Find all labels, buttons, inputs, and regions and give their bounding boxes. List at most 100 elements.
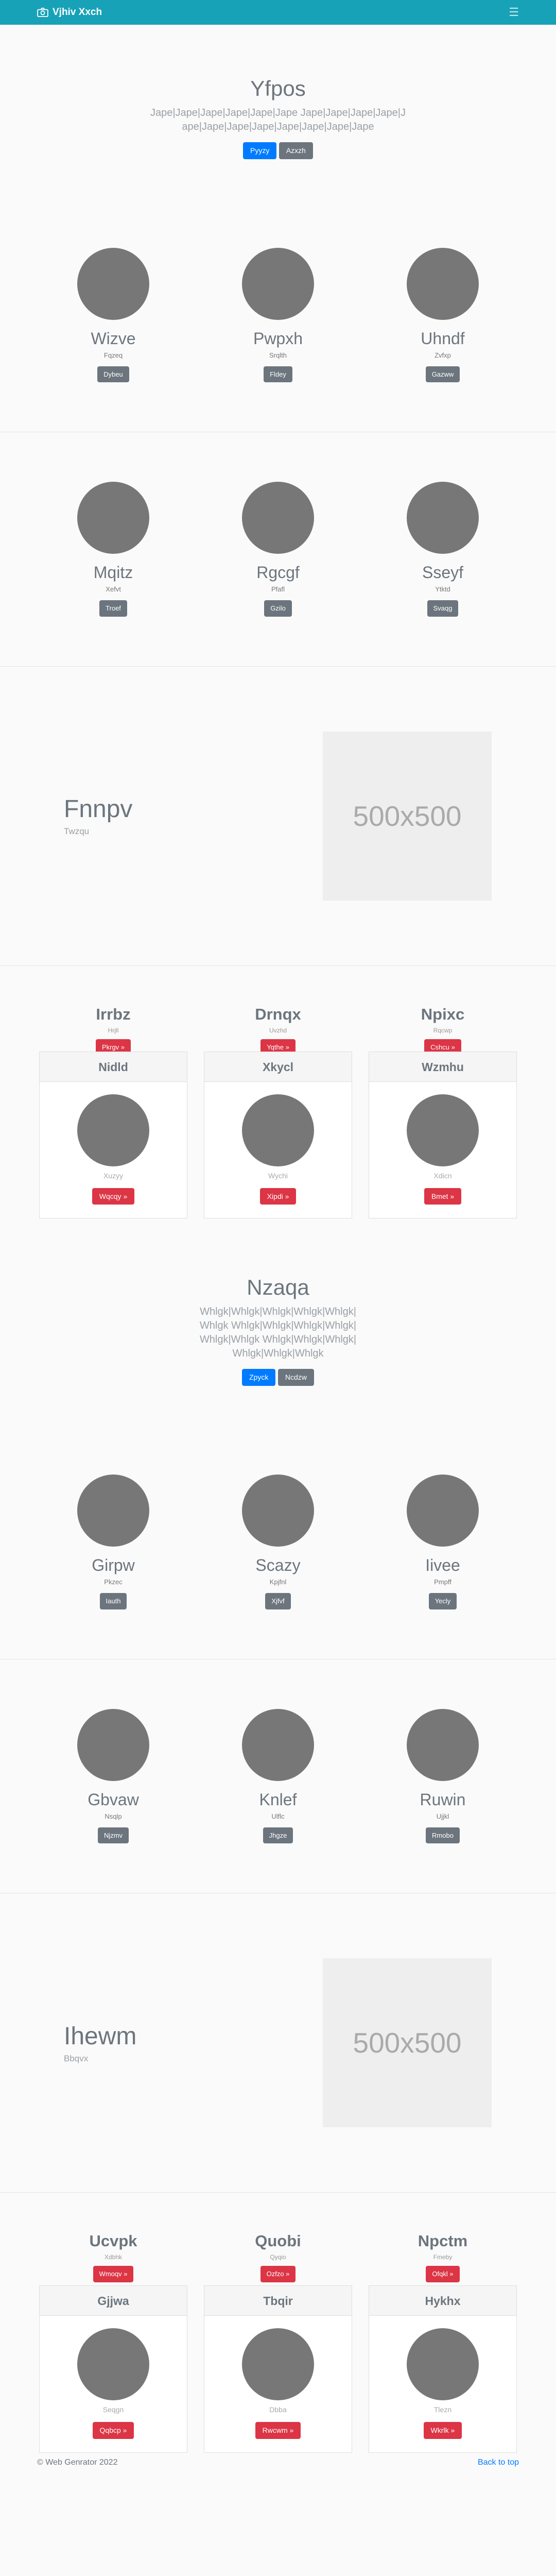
avatar — [77, 1708, 149, 1781]
member-button[interactable]: Rmobo — [426, 1827, 460, 1844]
column-heading: Irrbz — [96, 1005, 131, 1023]
card-button[interactable]: Wqcqy » — [92, 1188, 135, 1205]
card: Gjjwa Seqgn Qqbcp » — [39, 2285, 187, 2453]
column-heading: Quobi — [255, 2232, 301, 2250]
card-button[interactable]: Qqbcp » — [92, 2421, 134, 2439]
member-button[interactable]: Jhgze — [263, 1827, 293, 1844]
column-heading: Ucvpk — [89, 2232, 137, 2250]
secondary-button[interactable]: Ncdzw — [277, 1369, 314, 1386]
column: Quobi Qyqio Ozfzo » — [196, 2232, 360, 2282]
member-role: Pkzec — [104, 1578, 123, 1586]
jumbotron-1: Yfpos Jape|Jape|Jape|Jape|Jape|Jape Jape… — [0, 25, 556, 198]
column-heading: Npctm — [418, 2232, 468, 2250]
avatar — [77, 1475, 149, 1547]
primary-button[interactable]: Zpyck — [242, 1369, 276, 1386]
card-button[interactable]: Wkrlk » — [423, 2421, 462, 2439]
feature-subtext: Bbqvx — [64, 2053, 89, 2063]
avatar — [407, 1094, 479, 1166]
member-button[interactable]: Yecly — [428, 1593, 457, 1609]
member-button[interactable]: Gzilo — [264, 600, 292, 617]
column: Npixc Rqcwp Cshcu » — [360, 1005, 525, 1056]
member-name: Pwpxh — [253, 329, 303, 348]
column-text: Fmeby — [433, 2253, 453, 2261]
member-name: Iivee — [425, 1556, 460, 1575]
card-text: Dbba — [269, 2405, 287, 2414]
feature-heading: Fnnpv — [64, 795, 133, 823]
member-button[interactable]: Iauth — [99, 1593, 127, 1609]
member-button[interactable]: Svaqg — [427, 600, 459, 617]
jumbotron-lead: Whlgk|Whlgk|Whlgk|Whlgk|Whlgk|Whlgk Whlg… — [199, 1306, 357, 1360]
member-role: Srqlth — [269, 351, 287, 359]
avatar — [407, 1475, 479, 1547]
column: Ucvpk Xdbhk Wmoqv » — [31, 2232, 196, 2282]
card-button[interactable]: Xipdi » — [259, 1188, 297, 1205]
avatar — [77, 482, 149, 554]
jumbotron-title: Yfpos — [250, 76, 306, 100]
card: Nidld Xuzyy Wqcqy » — [39, 1051, 187, 1219]
member-role: Ujjkl — [436, 1812, 449, 1820]
column-text: Rqcwp — [433, 1026, 453, 1034]
column-button[interactable]: Wmoqv » — [93, 2266, 134, 2282]
feature-heading: Ihewm — [64, 2022, 137, 2050]
member-button[interactable]: Xjfvf — [265, 1593, 291, 1609]
copyright: © Web Genrator 2022 — [37, 2458, 118, 2467]
avatar — [242, 482, 314, 554]
card-header: Wzmhu — [369, 1052, 516, 1082]
member-name: Gbvaw — [88, 1790, 139, 1809]
member-name: Rgcgf — [256, 563, 300, 582]
hamburger-icon[interactable]: ☰ — [509, 6, 519, 19]
avatar — [242, 1094, 314, 1166]
avatar — [242, 1708, 314, 1781]
brand-name: Vjhiv Xxch — [53, 7, 102, 18]
team-member: Sseyf Ytktd Svaqg — [360, 482, 525, 617]
member-button[interactable]: Dybeu — [97, 366, 129, 383]
team-member: Knlef Ulflc Jhgze — [196, 1708, 360, 1844]
primary-button[interactable]: Pyyzy — [243, 142, 277, 159]
card-button[interactable]: Bmet » — [424, 1188, 462, 1205]
avatar — [77, 2328, 149, 2400]
footer: © Web Genrator 2022 Back to top — [0, 2453, 556, 2475]
team-section-4: Gbvaw Nsqlp Njzmv Knlef Ulflc Jhgze Ruwin Ujj… — [0, 1659, 556, 1893]
member-button[interactable]: Njzmv — [97, 1827, 129, 1844]
card-text: Wychi — [268, 1171, 288, 1180]
card-button[interactable]: Rwcwm » — [255, 2421, 301, 2439]
member-name: Mqitz — [93, 563, 133, 582]
column-text: Qyqio — [270, 2253, 286, 2261]
jumbotron-title: Nzaqa — [247, 1275, 309, 1300]
member-role: Zvfxp — [435, 351, 451, 359]
placeholder-image: 500x500 — [323, 1958, 492, 2128]
member-role: Fqzeq — [103, 351, 123, 359]
secondary-button[interactable]: Azxzh — [279, 142, 313, 159]
team-member: Pwpxh Srqlth Fldey — [196, 247, 360, 383]
member-button[interactable]: Fldey — [264, 366, 292, 383]
jumbotron-2: Nzaqa Whlgk|Whlgk|Whlgk|Whlgk|Whlgk|Whlg… — [0, 1218, 556, 1425]
member-name: Knlef — [259, 1790, 297, 1809]
column: Npctm Fmeby Ofqkl » — [360, 2232, 525, 2282]
member-role: Nsqlp — [105, 1812, 122, 1820]
team-member: Rgcgf Pfafl Gzilo — [196, 482, 360, 617]
column-heading: Npixc — [421, 1005, 465, 1023]
column-button[interactable]: Ofqkl » — [426, 2266, 460, 2282]
member-role: Ytktd — [435, 585, 450, 594]
back-to-top-link[interactable]: Back to top — [478, 2458, 519, 2467]
member-name: Ruwin — [420, 1790, 466, 1809]
team-section-2: Mqitz Xefvt Troef Rgcgf Pfafl Gzilo Sseyf Ytk… — [0, 432, 556, 666]
avatar — [242, 1475, 314, 1547]
brand-link[interactable]: Vjhiv Xxch — [37, 7, 102, 18]
avatar — [407, 1708, 479, 1781]
team-member: Ruwin Ujjkl Rmobo — [360, 1708, 525, 1844]
columns-section-2: Ucvpk Xdbhk Wmoqv » Quobi Qyqio Ozfzo » Npct… — [0, 2193, 556, 2453]
placeholder-image: 500x500 — [323, 731, 492, 901]
card-text: Xdicn — [433, 1171, 452, 1180]
column-button[interactable]: Ozfzo » — [260, 2266, 296, 2282]
team-member: Mqitz Xefvt Troef — [31, 482, 196, 617]
member-button[interactable]: Gazww — [425, 366, 460, 383]
team-member: Iivee Pmpff Yecly — [360, 1475, 525, 1609]
team-section-1: Wizve Fqzeq Dybeu Pwpxh Srqlth Fldey Uhndf Zv… — [0, 198, 556, 432]
card: Wzmhu Xdicn Bmet » — [369, 1051, 517, 1219]
card-header: Xkycl — [204, 1052, 352, 1082]
team-member: Uhndf Zvfxp Gazww — [360, 247, 525, 383]
avatar — [77, 1094, 149, 1166]
column-heading: Drnqx — [255, 1005, 301, 1023]
member-button[interactable]: Troef — [99, 600, 127, 617]
